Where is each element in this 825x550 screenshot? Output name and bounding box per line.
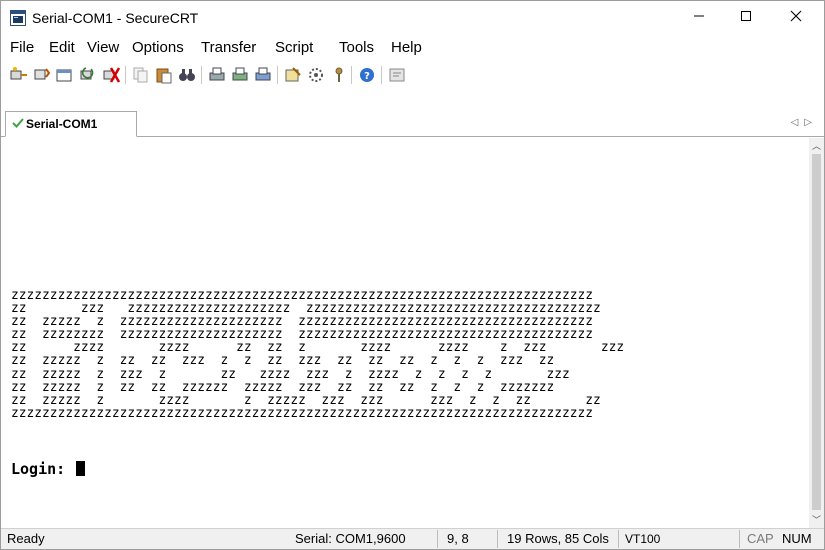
status-separator	[618, 530, 619, 548]
status-text: Ready	[7, 531, 45, 546]
menu-file[interactable]: File	[10, 39, 34, 56]
scrollbar-thumb[interactable]	[812, 154, 821, 510]
terminal-banner: zzzzzzzzzzzzzzzzzzzzzzzzzzzzzzzzzzzzzzzz…	[11, 289, 624, 420]
global-options-icon[interactable]	[306, 65, 326, 85]
caps-lock-indicator: CAP	[747, 531, 774, 546]
close-button[interactable]	[773, 1, 819, 35]
securecrt-app-icon	[10, 10, 26, 26]
tab-scroll-left-icon[interactable]: ◁	[791, 117, 805, 128]
menu-bar: File Edit View Options Transfer Script T…	[1, 37, 824, 61]
session-options-icon[interactable]	[283, 65, 303, 85]
find-icon[interactable]	[177, 65, 197, 85]
status-bar: Ready Serial: COM1,9600 9, 8 19 Rows, 85…	[1, 528, 824, 549]
toolbar: ?	[1, 63, 824, 89]
menu-options[interactable]: Options	[132, 39, 184, 56]
svg-text:?: ?	[364, 71, 370, 82]
tab-label: Serial-COM1	[26, 117, 98, 131]
keymap-icon[interactable]	[329, 65, 349, 85]
print-selection-icon[interactable]	[230, 65, 250, 85]
quick-connect-icon[interactable]	[32, 65, 52, 85]
toolbar-separator	[125, 66, 126, 84]
terminal-scrollbar[interactable]: ︿ ﹀	[809, 138, 824, 528]
status-separator	[739, 530, 740, 548]
menu-view[interactable]: View	[87, 39, 119, 56]
window-title: Serial-COM1 - SecureCRT	[32, 10, 199, 26]
toolbar-separator	[277, 66, 278, 84]
scroll-down-arrow-icon[interactable]: ﹀	[809, 512, 824, 528]
minimize-button[interactable]	[676, 1, 722, 35]
title-bar: Serial-COM1 - SecureCRT	[1, 1, 824, 37]
terminal-cursor	[76, 461, 86, 476]
help-icon[interactable]: ?	[357, 65, 377, 85]
reconnect-icon[interactable]	[78, 65, 98, 85]
tab-scroll-arrows[interactable]: ◁▷	[791, 117, 818, 128]
session-tab-bar: Serial-COM1 ◁▷	[1, 111, 824, 137]
num-lock-indicator: NUM	[782, 531, 812, 546]
toolbar-separator	[201, 66, 202, 84]
connected-check-icon	[12, 118, 24, 128]
connection-info: Serial: COM1,9600	[295, 531, 406, 546]
login-prompt-line[interactable]: Login:	[11, 460, 86, 478]
login-prompt: Login:	[11, 460, 75, 478]
menu-edit[interactable]: Edit	[49, 39, 75, 56]
print-icon[interactable]	[207, 65, 227, 85]
terminal-area[interactable]: zzzzzzzzzzzzzzzzzzzzzzzzzzzzzzzzzzzzzzzz…	[11, 138, 809, 528]
close-icon	[790, 10, 802, 22]
print-setup-icon[interactable]	[253, 65, 273, 85]
emulation-mode: VT100	[625, 532, 661, 546]
menu-help[interactable]: Help	[391, 39, 422, 56]
status-separator	[497, 530, 498, 548]
maximize-button[interactable]	[723, 1, 769, 35]
toolbar-separator	[351, 66, 352, 84]
terminal-dimensions: 19 Rows, 85 Cols	[507, 531, 609, 546]
cursor-position: 9, 8	[447, 531, 469, 546]
connect-icon[interactable]	[9, 65, 29, 85]
connect-in-tab-icon[interactable]	[55, 65, 75, 85]
paste-icon[interactable]	[154, 65, 174, 85]
maximize-icon	[741, 11, 751, 21]
copy-icon[interactable]	[131, 65, 151, 85]
menu-tools[interactable]: Tools	[339, 39, 374, 56]
tab-scroll-right-icon[interactable]: ▷	[804, 117, 818, 128]
disconnect-icon[interactable]	[101, 65, 121, 85]
scroll-up-arrow-icon[interactable]: ︿	[809, 138, 824, 154]
securecrt-window: Serial-COM1 - SecureCRT File Edit View O…	[0, 0, 825, 550]
sftp-icon[interactable]	[387, 65, 407, 85]
tab-serial-com1[interactable]: Serial-COM1	[5, 111, 137, 137]
menu-script[interactable]: Script	[275, 39, 313, 56]
status-separator	[437, 530, 438, 548]
toolbar-separator	[381, 66, 382, 84]
menu-transfer[interactable]: Transfer	[201, 39, 256, 56]
banner-line: zzzzzzzzzzzzzzzzzzzzzzzzzzzzzzzzzzzzzzzz…	[11, 405, 594, 421]
minimize-icon	[694, 15, 704, 17]
